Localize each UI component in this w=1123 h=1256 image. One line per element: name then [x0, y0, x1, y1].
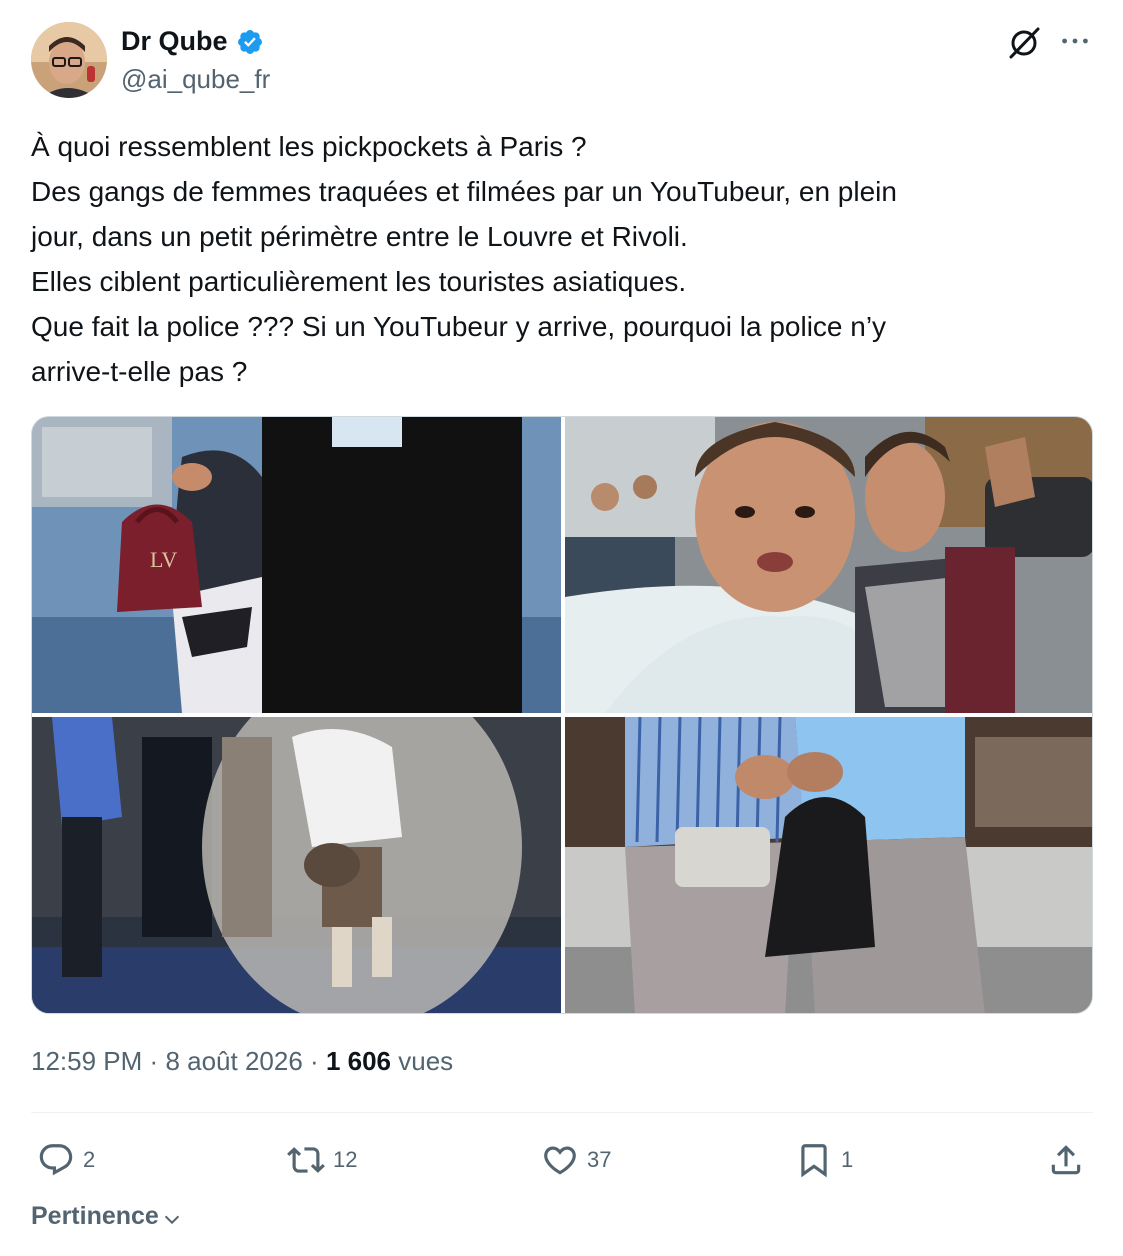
repost-button[interactable]: 12 [287, 1138, 357, 1182]
media-photo-2[interactable] [565, 417, 1092, 713]
avatar[interactable] [31, 22, 107, 98]
tweet-meta: 12:59 PM · 8 août 2026 · 1 606 vues [31, 1046, 453, 1077]
reply-button[interactable]: 2 [37, 1138, 95, 1182]
sort-label: Pertinence [31, 1202, 159, 1230]
tweet-text-line: Des gangs de femmes traquées et filmées … [31, 176, 897, 207]
share-icon [1051, 1145, 1081, 1175]
like-count: 37 [587, 1147, 612, 1172]
more-icon[interactable] [1057, 24, 1093, 58]
bookmark-count: 1 [841, 1147, 854, 1172]
display-name[interactable]: Dr Qube [121, 26, 228, 57]
media-photo-1[interactable]: LV [32, 417, 561, 713]
repost-icon [287, 1147, 325, 1173]
tweet-text-line: arrive-t-elle pas ? [31, 356, 248, 387]
author-name-row[interactable]: Dr Qube [121, 26, 264, 57]
reply-icon [39, 1144, 73, 1176]
meta-separator: · [310, 1046, 319, 1076]
tweet-date[interactable]: 8 août 2026 [165, 1046, 302, 1076]
media-photo-3[interactable] [32, 717, 561, 1013]
tweet-text-line: jour, dans un petit périmètre entre le L… [31, 221, 688, 252]
like-button[interactable]: 37 [541, 1138, 611, 1182]
media-grid: LV [31, 416, 1093, 1014]
like-icon [544, 1146, 576, 1175]
bookmark-button[interactable]: 1 [795, 1138, 853, 1182]
chevron-down-icon [164, 1215, 179, 1224]
repost-count: 12 [333, 1147, 358, 1172]
action-bar: 2 12 37 1 [31, 1138, 1093, 1182]
grok-icon[interactable] [1007, 26, 1041, 60]
tweet-time[interactable]: 12:59 PM [31, 1046, 142, 1076]
tweet-text-line: À quoi ressemblent les pickpockets à Par… [31, 131, 587, 162]
tweet-text: À quoi ressemblent les pickpockets à Par… [31, 124, 1093, 394]
bookmark-icon [801, 1144, 827, 1178]
reply-count: 2 [83, 1147, 96, 1172]
tweet-text-line: Que fait la police ??? Si un YouTubeur y… [31, 311, 887, 342]
svg-text:LV: LV [150, 547, 177, 572]
media-photo-4[interactable] [565, 717, 1092, 1013]
meta-separator: · [149, 1046, 159, 1076]
sort-dropdown[interactable]: Pertinence [31, 1202, 183, 1231]
views-count: 1 606 [325, 1046, 392, 1076]
divider [31, 1112, 1093, 1113]
share-button[interactable] [1047, 1138, 1085, 1182]
verified-badge-icon [236, 28, 264, 56]
tweet-text-line: Elles ciblent particulièrement les touri… [31, 266, 687, 297]
tweet-header: Dr Qube @ai_qube_fr [31, 22, 1093, 100]
views-label: vues [398, 1046, 454, 1076]
author-handle[interactable]: @ai_qube_fr [121, 64, 270, 95]
